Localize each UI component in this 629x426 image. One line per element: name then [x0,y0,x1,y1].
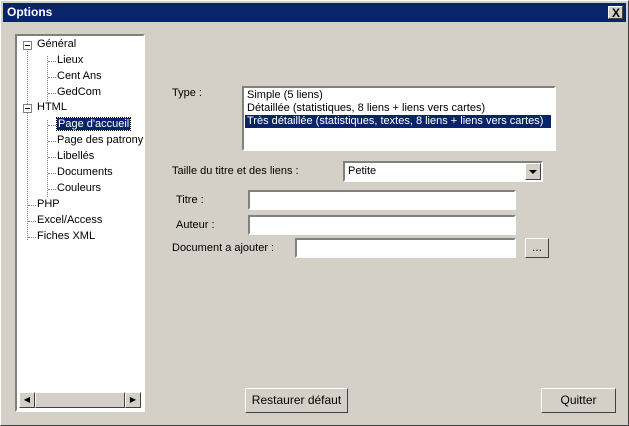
tree-item-fiches-xml[interactable]: Fiches XML [37,229,95,244]
tree-connector [48,141,56,142]
collapse-general-icon[interactable] [23,41,32,50]
author-label: Auteur : [176,219,215,231]
tree-item-documents[interactable]: Documents [57,165,113,180]
restore-default-button[interactable]: Restaurer défaut [245,388,348,413]
tree-item-page-accueil[interactable]: Page d'accueil [55,117,132,132]
tree-item-couleurs[interactable]: Couleurs [57,181,101,196]
size-label: Taille du titre et des liens : [172,165,299,177]
close-button[interactable]: X [608,6,623,20]
options-dialog: Options X Général Lieux Cent Ans GedCom … [0,0,629,426]
type-option-tres-detaillee[interactable]: Très détaillée (statistiques, textes, 8 … [245,115,551,128]
tree-item-php[interactable]: PHP [37,197,60,212]
tree-item-excel-access[interactable]: Excel/Access [37,213,102,228]
tree-item-gedcom[interactable]: GedCom [57,85,101,100]
scroll-left-icon[interactable]: ◀ [19,392,35,408]
tree-general-children-line [47,56,48,101]
tree-item-html[interactable]: HTML [37,100,67,115]
title-label: Titre : [176,194,204,206]
size-dropdown[interactable]: Petite [343,161,543,182]
document-input[interactable] [295,238,516,258]
tree-connector [28,221,36,222]
type-label: Type : [172,87,202,99]
tree-item-general[interactable]: Général [37,37,76,52]
tree-connector [28,205,36,206]
size-value: Petite [348,165,377,177]
collapse-html-icon[interactable] [23,104,32,113]
tree-connector [48,61,56,62]
author-input[interactable] [248,215,516,235]
tree-connector [48,189,56,190]
tree-connector [48,93,56,94]
options-tree[interactable]: Général Lieux Cent Ans GedCom HTML Page … [15,34,145,412]
tree-item-lieux[interactable]: Lieux [57,53,83,68]
title-bar[interactable]: Options X [3,3,626,22]
window-title: Options [7,5,53,19]
tree-item-cent-ans[interactable]: Cent Ans [57,69,102,84]
tree-connector [48,173,56,174]
document-label: Document a ajouter : [172,242,275,254]
tree-item-page-patronymes[interactable]: Page des patronymes [57,133,143,148]
scroll-thumb[interactable] [35,392,125,408]
scroll-right-icon[interactable]: ▶ [125,392,141,408]
quit-button[interactable]: Quitter [541,388,616,413]
tree-connector [48,125,56,126]
tree-connector [48,157,56,158]
tree-horizontal-scrollbar[interactable]: ◀ ▶ [19,392,141,408]
type-option-detaillee[interactable]: Détaillée (statistiques, 8 liens + liens… [245,102,487,115]
tree-item-libelles[interactable]: Libellés [57,149,94,164]
chevron-down-icon[interactable] [525,163,541,180]
tree-connector [48,77,56,78]
title-input[interactable] [248,190,516,210]
close-icon: X [612,6,621,20]
type-listbox[interactable]: Simple (5 liens) Détaillée (statistiques… [242,86,556,151]
type-option-simple[interactable]: Simple (5 liens) [245,89,325,102]
tree-connector [28,237,36,238]
tree-root-line [27,46,28,240]
browse-button[interactable]: ... [525,238,549,258]
tree-html-children-line [47,120,48,197]
